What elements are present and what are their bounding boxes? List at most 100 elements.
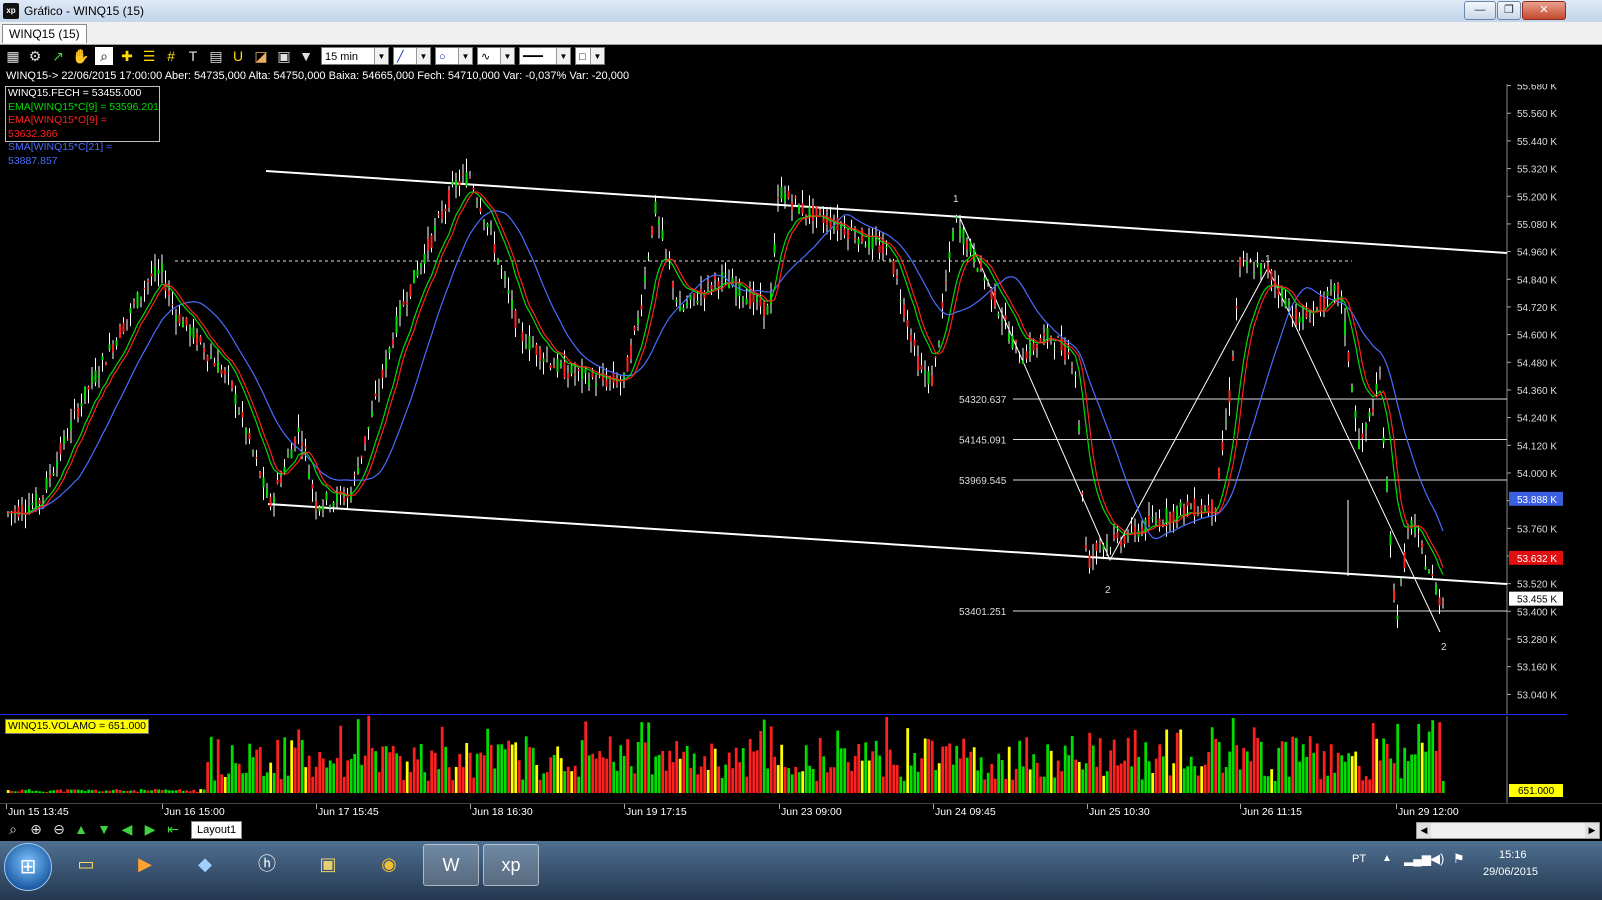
- gear-icon[interactable]: ⚙: [26, 47, 44, 65]
- clipboard-icon[interactable]: ▣: [275, 47, 293, 65]
- volume-bar: [461, 767, 465, 793]
- xp-icon[interactable]: xp: [483, 844, 539, 886]
- clock-time[interactable]: 15:16: [1499, 849, 1527, 861]
- volume-bar: [1102, 775, 1106, 793]
- eraser-icon[interactable]: ◪: [252, 47, 270, 65]
- candle-body: [871, 235, 874, 250]
- zoom-area-icon[interactable]: ⌕: [95, 47, 113, 65]
- candle-body: [560, 362, 562, 367]
- network-icon[interactable]: ◆: [178, 844, 232, 884]
- candle-body: [63, 436, 65, 444]
- time-label: Jun 19 17:15: [626, 806, 687, 818]
- action-center-icon[interactable]: ⚑: [1453, 851, 1465, 867]
- candle-body: [17, 506, 20, 518]
- candle-body: [647, 257, 650, 259]
- candle-body: [196, 333, 198, 346]
- calculator-icon[interactable]: ▤: [207, 47, 225, 65]
- arrow-right-icon[interactable]: ▶: [141, 820, 159, 838]
- text-icon[interactable]: T: [184, 47, 202, 65]
- magnet-icon[interactable]: U: [229, 47, 247, 65]
- volume-bar: [1252, 727, 1256, 793]
- arrow-first-icon[interactable]: ⇤: [164, 820, 182, 838]
- hp-icon[interactable]: ⓗ: [240, 844, 294, 884]
- volume-bar: [570, 771, 574, 793]
- indicator-legend[interactable]: WINQ15.FECH = 53455.000 EMA[WINQ15*C[9] …: [5, 86, 160, 167]
- fibonacci-icon[interactable]: ☰: [140, 47, 158, 65]
- volume-bar: [1116, 765, 1120, 793]
- candle-body: [1113, 534, 1115, 539]
- cashier-icon[interactable]: ▣: [301, 844, 355, 884]
- interval-select[interactable]: 15 min ▼: [321, 47, 389, 65]
- volume-bar: [1158, 744, 1162, 793]
- candle-body: [1438, 597, 1441, 606]
- speaker-icon[interactable]: ◀): [1430, 851, 1444, 867]
- zoom-minus-icon[interactable]: ⊖: [50, 820, 68, 838]
- minimize-button[interactable]: —: [1464, 1, 1496, 20]
- indicator-icon[interactable]: ↗: [49, 47, 67, 65]
- candle-body: [1316, 307, 1318, 309]
- volume-bar: [1284, 742, 1288, 793]
- arrow-left-icon[interactable]: ◀: [118, 820, 136, 838]
- candle-body: [1032, 343, 1035, 351]
- scroll-left-icon[interactable]: ◀: [1417, 823, 1431, 838]
- volume-bar: [895, 765, 899, 793]
- filter-icon[interactable]: ▼: [297, 47, 315, 65]
- ohlc-info-line: WINQ15-> 22/06/2015 17:00:00 Aber: 54735…: [6, 70, 630, 82]
- volume-chart[interactable]: 651.000: [0, 715, 1602, 803]
- scroll-right-icon[interactable]: ▶: [1585, 823, 1599, 838]
- volume-bar: [909, 765, 913, 793]
- candle-body: [927, 371, 930, 385]
- layout-tab[interactable]: Layout1: [191, 821, 243, 839]
- word-icon[interactable]: W: [423, 844, 479, 886]
- zoom-out-icon[interactable]: ⌕: [4, 820, 22, 838]
- line-style-select[interactable]: ━━━ ▼: [519, 47, 571, 65]
- price-badge-text: 53.888 K: [1517, 495, 1557, 506]
- legend-ema-close: EMA[WINQ15*C[9] = 53596.201: [8, 100, 159, 113]
- language-indicator[interactable]: PT: [1352, 853, 1366, 865]
- hand-icon[interactable]: ✋: [72, 47, 90, 65]
- volume-bar: [419, 743, 423, 793]
- explorer-icon[interactable]: ▭: [59, 844, 113, 884]
- candle-body: [791, 202, 793, 210]
- color-select[interactable]: □ ▼: [575, 47, 605, 65]
- volume-bar: [1200, 766, 1204, 793]
- arrow-down-icon[interactable]: ▼: [95, 820, 113, 838]
- shape-tool-select[interactable]: ○ ▼: [435, 47, 473, 65]
- volume-bar: [27, 789, 31, 793]
- volume-bar: [227, 773, 231, 793]
- restore-button[interactable]: ❐: [1497, 1, 1521, 20]
- candle-body: [962, 229, 965, 245]
- volume-bar: [335, 757, 339, 793]
- volume-bar: [815, 780, 819, 793]
- tab-winq15[interactable]: WINQ15 (15): [2, 24, 87, 43]
- signal-icon[interactable]: ▂▄▆: [1404, 852, 1431, 866]
- chart-icon[interactable]: ▦: [4, 47, 22, 65]
- candle-body: [1270, 270, 1273, 281]
- clock-date[interactable]: 29/06/2015: [1483, 866, 1538, 878]
- candle-body: [35, 493, 37, 509]
- candle-body: [98, 375, 100, 379]
- horizontal-scrollbar[interactable]: ◀ ▶: [1416, 822, 1600, 839]
- media-player-icon[interactable]: ▶: [118, 844, 172, 884]
- chrome-icon[interactable]: ◉: [362, 844, 416, 884]
- candle-body: [784, 193, 786, 202]
- volume-bar: [1305, 757, 1309, 793]
- zoom-in-icon[interactable]: ⊕: [27, 820, 45, 838]
- price-chart[interactable]: 55.680 K 55.560 K 55.440 K 55.320 K 55.200 K…: [0, 84, 1602, 715]
- candle-body: [885, 247, 888, 249]
- volume-bar: [1196, 775, 1200, 793]
- line-tool-select[interactable]: ╱ ▼: [393, 47, 431, 65]
- volume-bar: [605, 758, 609, 793]
- candle-body: [224, 370, 226, 375]
- grid-icon[interactable]: #: [162, 47, 180, 65]
- candle-body: [84, 386, 86, 400]
- volume-bar: [734, 747, 738, 793]
- candle-body: [311, 483, 314, 489]
- show-hidden-icon[interactable]: ▲: [1382, 853, 1392, 864]
- study-tool-select[interactable]: ∿ ▼: [477, 47, 515, 65]
- close-button[interactable]: ✕: [1522, 1, 1566, 20]
- volume-bar: [962, 738, 966, 793]
- start-button[interactable]: ⊞: [4, 843, 52, 891]
- arrow-up-icon[interactable]: ▲: [72, 820, 90, 838]
- crosshair-icon[interactable]: ✚: [118, 47, 136, 65]
